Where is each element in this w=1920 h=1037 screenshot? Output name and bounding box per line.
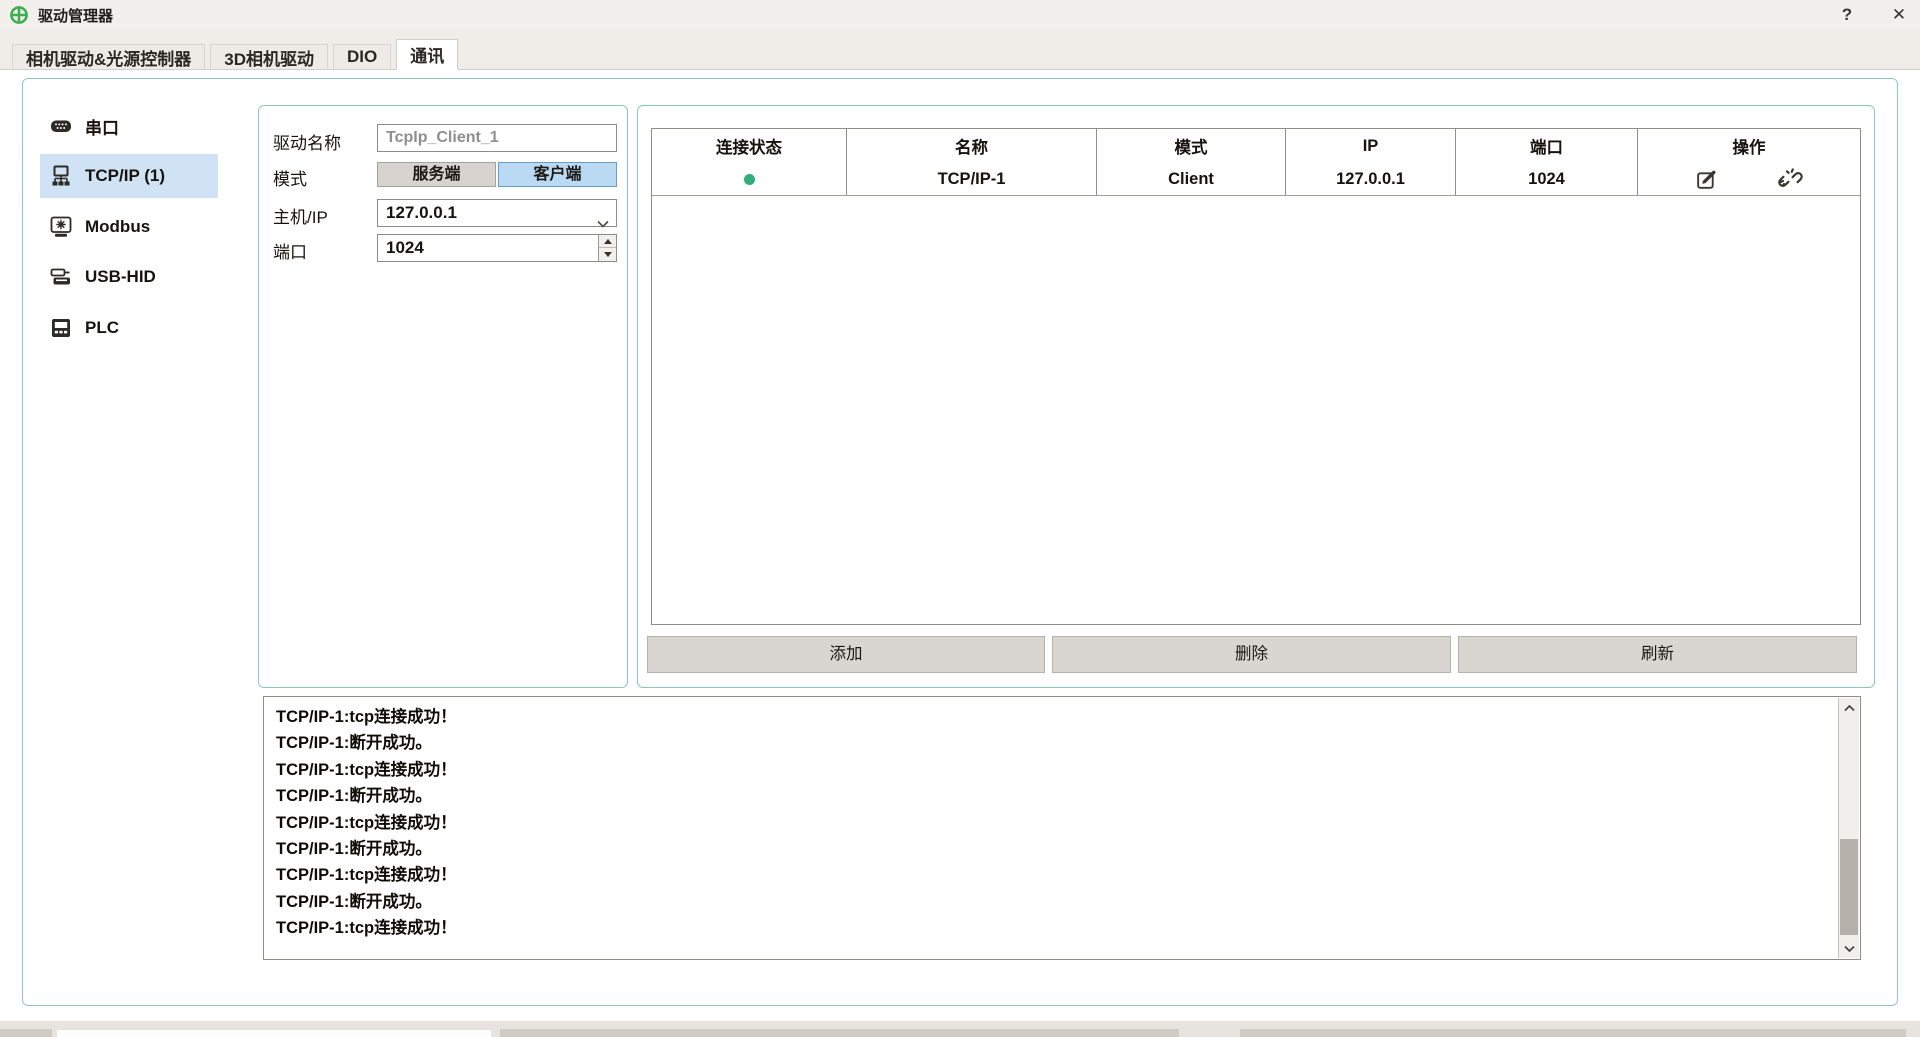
log-line: TCP/IP-1:tcp连接成功！ — [276, 915, 1828, 941]
background-window-edge — [57, 1030, 491, 1037]
log-area[interactable]: TCP/IP-1:tcp连接成功！ TCP/IP-1:断开成功。 TCP/IP-… — [263, 696, 1861, 960]
chevron-down-icon — [597, 210, 609, 236]
cell-operations — [1638, 163, 1860, 195]
serial-port-icon — [50, 116, 72, 136]
log-line: TCP/IP-1:断开成功。 — [276, 783, 1828, 809]
cell-port: 1024 — [1456, 163, 1638, 195]
driver-name-label: 驱动名称 — [273, 129, 341, 154]
port-value: 1024 — [386, 238, 424, 257]
tab-bar: 相机驱动&光源控制器 3D相机驱动 DIO 通讯 — [0, 30, 1920, 70]
tab-camera-light-controller[interactable]: 相机驱动&光源控制器 — [12, 44, 205, 70]
driver-settings-panel: 驱动名称 模式 服务端 客户端 主机/IP 127.0.0.1 端口 1024 — [258, 105, 628, 688]
scrollbar-thumb[interactable] — [1840, 839, 1858, 935]
log-lines: TCP/IP-1:tcp连接成功！ TCP/IP-1:断开成功。 TCP/IP-… — [276, 704, 1828, 955]
host-ip-select[interactable]: 127.0.0.1 — [377, 199, 617, 227]
mode-client-button[interactable]: 客户端 — [498, 162, 617, 187]
delete-button[interactable]: 删除 — [1052, 636, 1451, 673]
connections-panel: 连接状态 名称 模式 IP 端口 操作 TCP/IP-1 Client 127.… — [637, 105, 1875, 688]
log-line: TCP/IP-1:tcp连接成功！ — [276, 810, 1828, 836]
modbus-icon — [50, 216, 72, 238]
close-button[interactable]: ✕ — [1884, 2, 1914, 28]
table-header-row: 连接状态 名称 模式 IP 端口 操作 — [652, 129, 1860, 163]
host-ip-label: 主机/IP — [273, 203, 328, 228]
help-button[interactable]: ? — [1834, 2, 1860, 28]
log-line: TCP/IP-1:断开成功。 — [276, 730, 1828, 756]
log-line: TCP/IP-1:tcp连接成功！ — [276, 757, 1828, 783]
status-connected-dot — [744, 174, 755, 185]
log-line: TCP/IP-1:tcp连接成功！ — [276, 862, 1828, 888]
title-bar: 驱动管理器 ? ✕ — [0, 0, 1920, 30]
driver-name-input[interactable] — [377, 124, 617, 152]
sidebar-item-label: Modbus — [85, 217, 150, 237]
port-label: 端口 — [273, 238, 307, 263]
mode-label: 模式 — [273, 165, 307, 190]
usb-icon — [50, 267, 72, 287]
communication-tab-page: 串口 TCP/IP (1) Modbus USB-HID — [0, 70, 1920, 1021]
background-window-edge — [1240, 1029, 1906, 1037]
add-button[interactable]: 添加 — [647, 636, 1045, 673]
cell-ip: 127.0.0.1 — [1286, 163, 1456, 195]
window-title: 驱动管理器 — [38, 5, 113, 26]
refresh-button[interactable]: 刷新 — [1458, 636, 1857, 673]
port-spinner[interactable]: 1024 — [377, 234, 617, 262]
host-ip-value: 127.0.0.1 — [386, 203, 457, 222]
cell-status — [652, 163, 847, 195]
sidebar-item-tcpip[interactable]: TCP/IP (1) — [40, 154, 218, 198]
header-operations: 操作 — [1638, 129, 1860, 163]
tab-communication[interactable]: 通讯 — [396, 39, 458, 70]
edit-icon[interactable] — [1695, 167, 1720, 192]
cell-mode: Client — [1097, 163, 1286, 195]
background-window-edge — [500, 1029, 1179, 1037]
network-icon — [50, 165, 72, 187]
sidebar-item-label: TCP/IP (1) — [85, 166, 165, 186]
spinner-up-button[interactable] — [599, 235, 616, 248]
table-row[interactable]: TCP/IP-1 Client 127.0.0.1 1024 — [652, 163, 1860, 196]
spinner-down-button[interactable] — [599, 248, 616, 261]
triangle-down-icon — [604, 252, 612, 257]
spinner-buttons — [598, 235, 616, 261]
disconnect-link-icon[interactable] — [1778, 167, 1803, 192]
header-connection-status: 连接状态 — [652, 129, 847, 163]
sidebar-item-usb-hid[interactable]: USB-HID — [40, 255, 218, 299]
log-line: TCP/IP-1:断开成功。 — [276, 889, 1828, 915]
tab-3d-camera[interactable]: 3D相机驱动 — [210, 44, 328, 70]
header-mode: 模式 — [1097, 129, 1286, 163]
sidebar-item-label: USB-HID — [85, 267, 156, 287]
scroll-up-icon[interactable] — [1839, 699, 1859, 717]
sidebar-item-serial[interactable]: 串口 — [40, 104, 218, 148]
tab-dio[interactable]: DIO — [333, 44, 391, 70]
log-scrollbar[interactable] — [1838, 698, 1859, 958]
sidebar-item-label: 串口 — [85, 114, 119, 139]
driver-manager-app: 驱动管理器 ? ✕ 相机驱动&光源控制器 3D相机驱动 DIO 通讯 串口 — [0, 0, 1920, 1037]
scroll-down-icon[interactable] — [1839, 939, 1859, 957]
sidebar-item-label: PLC — [85, 318, 119, 338]
background-window-edge — [0, 1029, 52, 1037]
header-ip: IP — [1286, 129, 1456, 163]
triangle-up-icon — [604, 239, 612, 244]
connections-table: 连接状态 名称 模式 IP 端口 操作 TCP/IP-1 Client 127.… — [651, 128, 1861, 625]
log-line: TCP/IP-1:tcp连接成功！ — [276, 704, 1828, 730]
log-line: TCP/IP-1:断开成功。 — [276, 836, 1828, 862]
sidebar-item-modbus[interactable]: Modbus — [40, 205, 218, 249]
mode-server-button[interactable]: 服务端 — [377, 162, 496, 187]
app-window: 驱动管理器 ? ✕ 相机驱动&光源控制器 3D相机驱动 DIO 通讯 串口 — [0, 0, 1920, 1021]
cell-name: TCP/IP-1 — [847, 163, 1097, 195]
header-port: 端口 — [1456, 129, 1638, 163]
plc-icon — [50, 317, 72, 339]
header-name: 名称 — [847, 129, 1097, 163]
app-logo-icon — [9, 5, 29, 25]
sidebar-item-plc[interactable]: PLC — [40, 306, 218, 350]
